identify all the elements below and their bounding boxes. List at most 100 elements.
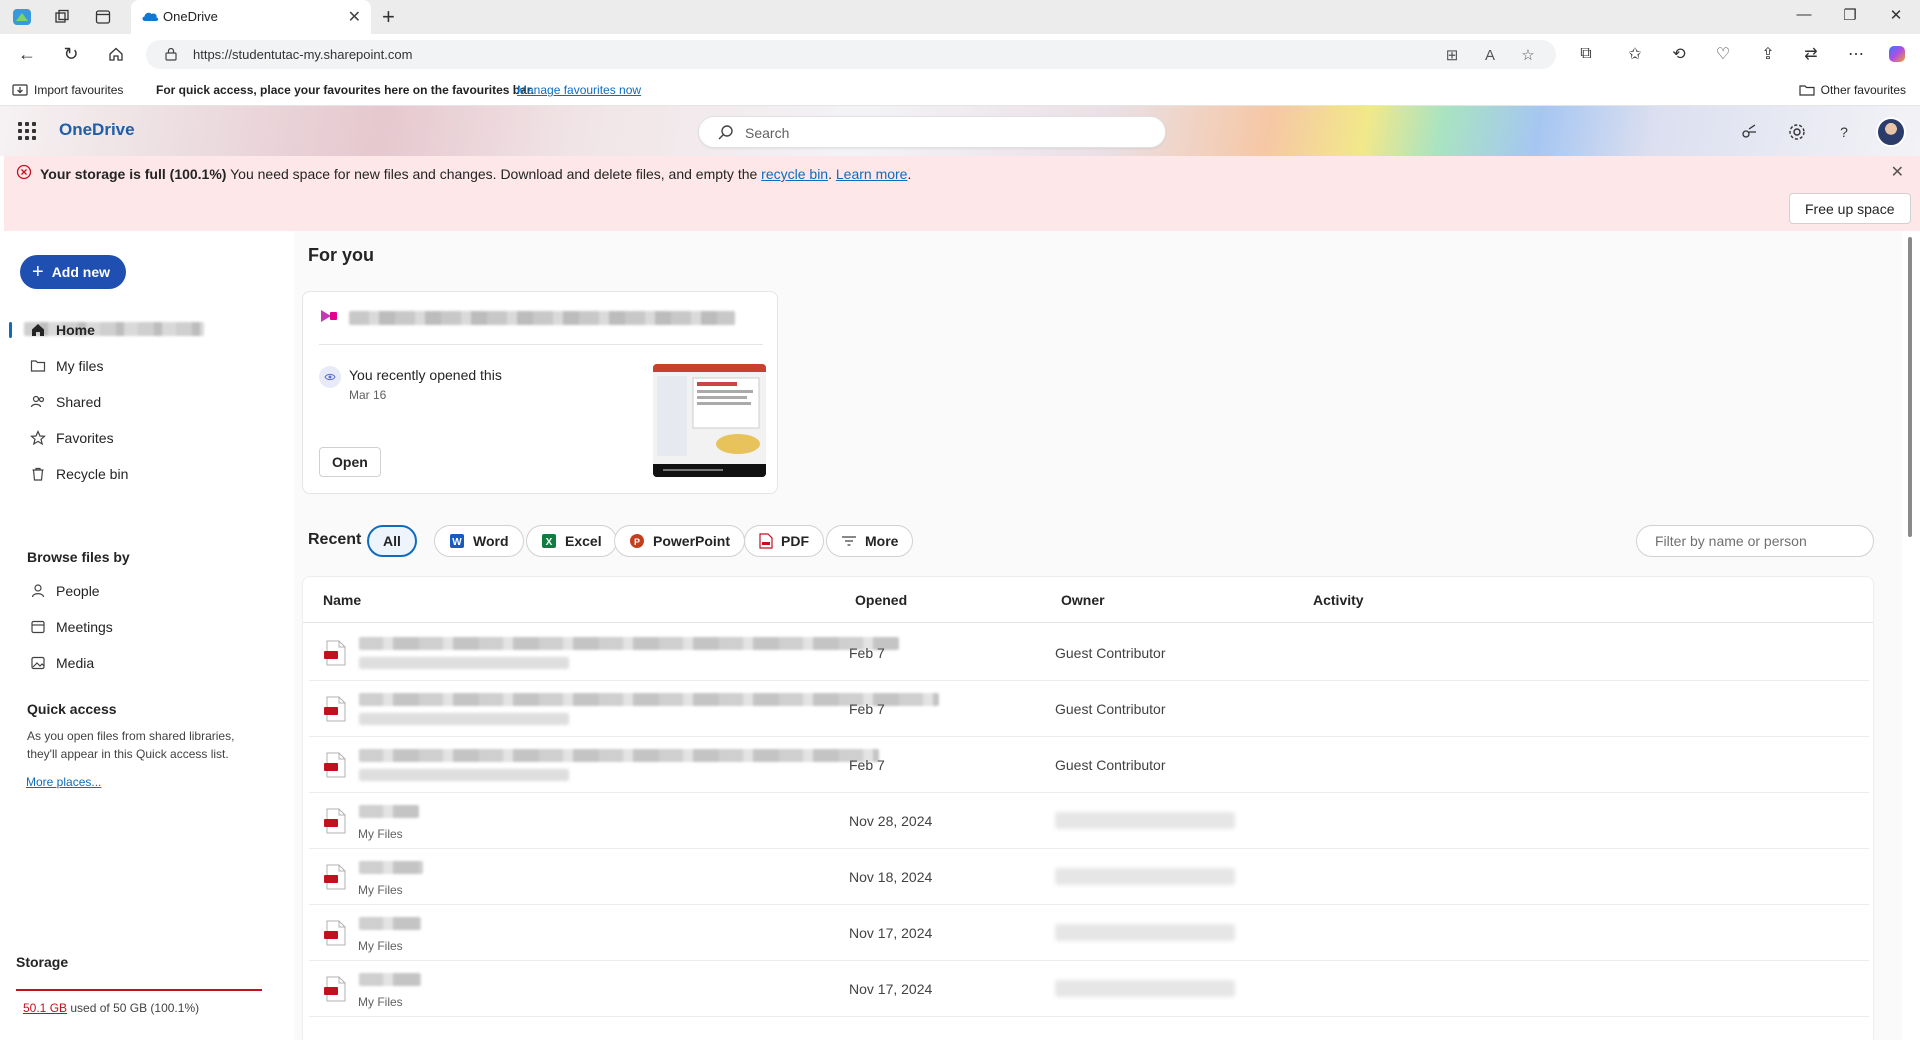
sidebar-item-shared[interactable]: Shared [4, 386, 284, 418]
favorites-icon[interactable]: ✩ [1624, 43, 1646, 65]
filter-excel[interactable]: X Excel [526, 525, 617, 557]
free-up-space-button[interactable]: Free up space [1789, 193, 1911, 224]
app-available-icon[interactable]: ⊞ [1442, 45, 1462, 65]
trash-icon [32, 467, 44, 481]
table-row[interactable]: Feb 7 Guest Contributor [309, 625, 1869, 681]
filter-pdf[interactable]: PDF [744, 525, 824, 557]
card-divider [319, 344, 763, 345]
sidebar-item-people[interactable]: People [4, 575, 284, 607]
dismiss-banner-icon[interactable]: ✕ [1891, 162, 1904, 182]
opened-date: Nov 17, 2024 [849, 981, 933, 997]
recycle-bin-link[interactable]: recycle bin [761, 166, 828, 182]
column-activity[interactable]: Activity [1313, 592, 1364, 608]
filter-powerpoint[interactable]: P PowerPoint [614, 525, 746, 557]
browser-essentials-icon[interactable]: ♡ [1712, 43, 1734, 65]
filter-word[interactable]: W Word [434, 525, 524, 557]
profile-icon[interactable] [12, 7, 32, 27]
share-icon[interactable]: ⇪ [1757, 43, 1779, 65]
tab-onedrive[interactable]: OneDrive ✕ [131, 0, 371, 34]
minimize-icon[interactable]: — [1794, 6, 1814, 23]
add-new-button[interactable]: + Add new [20, 255, 127, 289]
vertical-tabs-icon[interactable] [93, 7, 113, 27]
storage-used-link[interactable]: 50.1 GB [23, 1001, 67, 1015]
pdf-icon [759, 533, 773, 549]
new-tab-button[interactable]: + [382, 4, 395, 30]
column-owner[interactable]: Owner [1061, 592, 1105, 608]
filter-more[interactable]: More [826, 525, 914, 557]
restore-icon[interactable]: ❐ [1840, 6, 1860, 24]
app-launcher-icon[interactable] [18, 122, 36, 140]
back-icon[interactable]: ← [16, 43, 38, 65]
manage-favourites-link[interactable]: Manage favourites now [517, 83, 641, 97]
address-bar[interactable]: https://studentutac-my.sharepoint.com ⊞ … [146, 40, 1556, 69]
filter-label: All [383, 533, 401, 549]
filter-by-name-box[interactable] [1636, 525, 1874, 557]
help-icon[interactable]: ? [1833, 121, 1855, 143]
sidebar-item-label: Meetings [56, 619, 113, 635]
close-window-icon[interactable]: ✕ [1886, 6, 1906, 24]
banner-text-after: . [828, 166, 836, 182]
owner-name: Guest Contributor [1055, 701, 1166, 717]
word-icon: W [450, 534, 464, 548]
import-favourites[interactable]: Import favourites [12, 83, 123, 97]
onedrive-brand[interactable]: OneDrive [59, 120, 135, 140]
other-favourites[interactable]: Other favourites [1799, 83, 1906, 97]
table-row[interactable]: Feb 7 Guest Contributor [309, 737, 1869, 793]
sidebar-item-meetings[interactable]: Meetings [4, 611, 284, 643]
share-feedback-icon[interactable] [1738, 121, 1760, 143]
column-opened[interactable]: Opened [855, 592, 907, 608]
home-browser-icon[interactable] [105, 43, 127, 65]
table-row[interactable]: My Files Nov 28, 2024 [309, 793, 1869, 849]
file-thumbnail[interactable] [653, 364, 766, 477]
file-title-redacted [349, 311, 735, 325]
sidebar-item-recycle-bin[interactable]: Recycle bin [4, 458, 284, 490]
search-input[interactable] [745, 123, 1145, 143]
settings-gear-icon[interactable] [1786, 121, 1808, 143]
table-row[interactable]: My Files Nov 17, 2024 [309, 961, 1869, 1017]
browser-toolbar: ← ↻ https://studentutac-my.sharepoint.co… [0, 34, 1920, 74]
pdf-file-icon [324, 752, 346, 778]
workspaces-icon[interactable] [52, 7, 72, 27]
opened-date: Nov 18, 2024 [849, 869, 933, 885]
pdf-file-icon [324, 864, 346, 890]
avatar[interactable] [1876, 117, 1906, 147]
browser-tab-strip: OneDrive ✕ + — ❐ ✕ [0, 0, 1920, 34]
sync-icon[interactable]: ⇄ [1800, 43, 1822, 65]
search-icon [718, 125, 733, 140]
filter-label: PowerPoint [653, 533, 731, 549]
sidebar-item-favorites[interactable]: Favorites [4, 422, 284, 454]
sidebar-item-label: Home [56, 322, 95, 338]
close-tab-icon[interactable]: ✕ [348, 7, 361, 27]
sidebar-item-my-files[interactable]: My files [4, 350, 284, 382]
sidebar-item-home[interactable]: Home [4, 314, 284, 346]
more-menu-icon[interactable]: ⋯ [1845, 43, 1867, 65]
table-row[interactable]: My Files Nov 17, 2024 [309, 905, 1869, 961]
filter-all[interactable]: All [367, 525, 417, 557]
scrollbar-thumb[interactable] [1908, 237, 1912, 537]
banner-text-end: . [907, 166, 912, 182]
filter-by-name-input[interactable] [1655, 533, 1865, 549]
copilot-icon[interactable] [1886, 43, 1908, 65]
table-row[interactable]: My Files Nov 18, 2024 [309, 849, 1869, 905]
history-icon[interactable]: ⟲ [1668, 43, 1690, 65]
page-scrollbar[interactable] [1906, 231, 1914, 537]
banner-bold-text: Your storage is full (100.1%) [40, 166, 227, 182]
favorite-star-icon[interactable]: ☆ [1518, 45, 1538, 65]
sidebar-item-media[interactable]: Media [4, 647, 284, 679]
refresh-icon[interactable]: ↻ [60, 43, 82, 65]
storage-rest-text: used of 50 GB (100.1%) [67, 1001, 200, 1015]
learn-more-link[interactable]: Learn more [836, 166, 908, 182]
column-name[interactable]: Name [323, 592, 361, 608]
search-box[interactable] [698, 116, 1166, 148]
filter-label: PDF [781, 533, 809, 549]
extensions-icon[interactable]: ⧉ [1575, 43, 1597, 65]
for-you-card[interactable]: You recently opened this Mar 16 Open [302, 291, 778, 494]
add-new-label: Add new [51, 264, 111, 280]
quick-access-description: As you open files from shared libraries,… [27, 729, 235, 761]
table-row[interactable]: Feb 7 Guest Contributor [309, 681, 1869, 737]
more-places-link[interactable]: More places... [26, 775, 101, 789]
storage-usage-bar [16, 989, 262, 991]
open-button[interactable]: Open [319, 447, 381, 477]
read-aloud-icon[interactable]: A [1480, 45, 1500, 65]
banner-text: You need space for new files and changes… [226, 166, 762, 182]
